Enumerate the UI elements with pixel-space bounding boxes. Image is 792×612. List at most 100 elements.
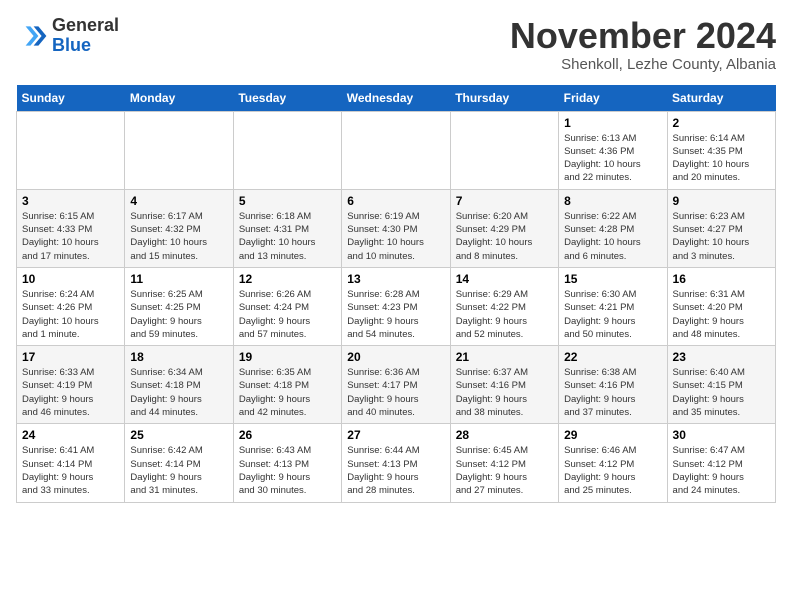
day-info: Sunrise: 6:43 AM Sunset: 4:13 PM Dayligh… bbox=[239, 444, 336, 497]
calendar-cell: 27 Sunrise: 6:44 AM Sunset: 4:13 PM Dayli… bbox=[342, 424, 450, 502]
calendar-cell: 6 Sunrise: 6:19 AM Sunset: 4:30 PM Daylig… bbox=[342, 189, 450, 267]
day-info: Sunrise: 6:36 AM Sunset: 4:17 PM Dayligh… bbox=[347, 366, 444, 419]
month-title: November 2024 bbox=[510, 16, 776, 56]
calendar-week-4: 17 Sunrise: 6:33 AM Sunset: 4:19 PM Dayli… bbox=[17, 346, 776, 424]
day-info: Sunrise: 6:47 AM Sunset: 4:12 PM Dayligh… bbox=[673, 444, 770, 497]
day-info: Sunrise: 6:19 AM Sunset: 4:30 PM Dayligh… bbox=[347, 210, 444, 263]
calendar-cell: 24 Sunrise: 6:41 AM Sunset: 4:14 PM Dayli… bbox=[17, 424, 125, 502]
calendar-cell bbox=[125, 111, 233, 189]
calendar-cell: 7Sunrise: 6:20 AM Sunset: 4:29 PM Daylig… bbox=[450, 189, 558, 267]
location-subtitle: Shenkoll, Lezhe County, Albania bbox=[510, 56, 776, 73]
day-number: 1 bbox=[564, 116, 661, 130]
day-info: Sunrise: 6:33 AM Sunset: 4:19 PM Dayligh… bbox=[22, 366, 119, 419]
calendar-cell: 29 Sunrise: 6:46 AM Sunset: 4:12 PM Dayli… bbox=[559, 424, 667, 502]
day-info: Sunrise: 6:14 AM Sunset: 4:35 PM Dayligh… bbox=[673, 132, 770, 185]
calendar-cell: 18Sunrise: 6:34 AM Sunset: 4:18 PM Dayli… bbox=[125, 346, 233, 424]
day-info: Sunrise: 6:40 AM Sunset: 4:15 PM Dayligh… bbox=[673, 366, 770, 419]
day-number: 12 bbox=[239, 272, 336, 286]
day-number: 21 bbox=[456, 350, 553, 364]
calendar-cell: 9 Sunrise: 6:23 AM Sunset: 4:27 PM Daylig… bbox=[667, 189, 775, 267]
weekday-header-friday: Friday bbox=[559, 85, 667, 112]
day-info: Sunrise: 6:31 AM Sunset: 4:20 PM Dayligh… bbox=[673, 288, 770, 341]
calendar-cell: 30 Sunrise: 6:47 AM Sunset: 4:12 PM Dayli… bbox=[667, 424, 775, 502]
day-number: 2 bbox=[673, 116, 770, 130]
day-number: 6 bbox=[347, 194, 444, 208]
day-number: 30 bbox=[673, 428, 770, 442]
day-info: Sunrise: 6:42 AM Sunset: 4:14 PM Dayligh… bbox=[130, 444, 227, 497]
day-info: Sunrise: 6:41 AM Sunset: 4:14 PM Dayligh… bbox=[22, 444, 119, 497]
day-number: 19 bbox=[239, 350, 336, 364]
calendar-header: SundayMondayTuesdayWednesdayThursdayFrid… bbox=[17, 85, 776, 112]
day-info: Sunrise: 6:29 AM Sunset: 4:22 PM Dayligh… bbox=[456, 288, 553, 341]
day-number: 24 bbox=[22, 428, 119, 442]
day-number: 7 bbox=[456, 194, 553, 208]
weekday-header-sunday: Sunday bbox=[17, 85, 125, 112]
day-info: Sunrise: 6:28 AM Sunset: 4:23 PM Dayligh… bbox=[347, 288, 444, 341]
day-info: Sunrise: 6:23 AM Sunset: 4:27 PM Dayligh… bbox=[673, 210, 770, 263]
day-number: 27 bbox=[347, 428, 444, 442]
calendar-cell: 1Sunrise: 6:13 AM Sunset: 4:36 PM Daylig… bbox=[559, 111, 667, 189]
day-info: Sunrise: 6:38 AM Sunset: 4:16 PM Dayligh… bbox=[564, 366, 661, 419]
calendar-body: 1Sunrise: 6:13 AM Sunset: 4:36 PM Daylig… bbox=[17, 111, 776, 502]
day-info: Sunrise: 6:22 AM Sunset: 4:28 PM Dayligh… bbox=[564, 210, 661, 263]
calendar-cell: 13 Sunrise: 6:28 AM Sunset: 4:23 PM Dayli… bbox=[342, 267, 450, 345]
day-info: Sunrise: 6:30 AM Sunset: 4:21 PM Dayligh… bbox=[564, 288, 661, 341]
day-number: 9 bbox=[673, 194, 770, 208]
calendar-cell bbox=[17, 111, 125, 189]
day-info: Sunrise: 6:37 AM Sunset: 4:16 PM Dayligh… bbox=[456, 366, 553, 419]
day-info: Sunrise: 6:18 AM Sunset: 4:31 PM Dayligh… bbox=[239, 210, 336, 263]
calendar-cell: 22 Sunrise: 6:38 AM Sunset: 4:16 PM Dayli… bbox=[559, 346, 667, 424]
calendar-cell: 20 Sunrise: 6:36 AM Sunset: 4:17 PM Dayli… bbox=[342, 346, 450, 424]
calendar-week-3: 10 Sunrise: 6:24 AM Sunset: 4:26 PM Dayli… bbox=[17, 267, 776, 345]
calendar-cell: 11Sunrise: 6:25 AM Sunset: 4:25 PM Dayli… bbox=[125, 267, 233, 345]
day-info: Sunrise: 6:46 AM Sunset: 4:12 PM Dayligh… bbox=[564, 444, 661, 497]
weekday-header-wednesday: Wednesday bbox=[342, 85, 450, 112]
calendar-week-2: 3 Sunrise: 6:15 AM Sunset: 4:33 PM Daylig… bbox=[17, 189, 776, 267]
calendar-cell: 21 Sunrise: 6:37 AM Sunset: 4:16 PM Dayli… bbox=[450, 346, 558, 424]
calendar-cell bbox=[233, 111, 341, 189]
day-number: 14 bbox=[456, 272, 553, 286]
calendar-cell: 12 Sunrise: 6:26 AM Sunset: 4:24 PM Dayli… bbox=[233, 267, 341, 345]
calendar-cell: 10 Sunrise: 6:24 AM Sunset: 4:26 PM Dayli… bbox=[17, 267, 125, 345]
day-number: 4 bbox=[130, 194, 227, 208]
day-number: 15 bbox=[564, 272, 661, 286]
calendar-cell: 2 Sunrise: 6:14 AM Sunset: 4:35 PM Daylig… bbox=[667, 111, 775, 189]
day-number: 26 bbox=[239, 428, 336, 442]
weekday-header-thursday: Thursday bbox=[450, 85, 558, 112]
calendar-cell: 4Sunrise: 6:17 AM Sunset: 4:32 PM Daylig… bbox=[125, 189, 233, 267]
day-number: 11 bbox=[130, 272, 227, 286]
day-number: 3 bbox=[22, 194, 119, 208]
weekday-header-row: SundayMondayTuesdayWednesdayThursdayFrid… bbox=[17, 85, 776, 112]
day-info: Sunrise: 6:45 AM Sunset: 4:12 PM Dayligh… bbox=[456, 444, 553, 497]
day-info: Sunrise: 6:44 AM Sunset: 4:13 PM Dayligh… bbox=[347, 444, 444, 497]
day-number: 22 bbox=[564, 350, 661, 364]
weekday-header-tuesday: Tuesday bbox=[233, 85, 341, 112]
day-number: 25 bbox=[130, 428, 227, 442]
day-number: 17 bbox=[22, 350, 119, 364]
calendar-cell: 8 Sunrise: 6:22 AM Sunset: 4:28 PM Daylig… bbox=[559, 189, 667, 267]
page-header: General Blue November 2024 Shenkoll, Lez… bbox=[16, 16, 776, 73]
day-number: 20 bbox=[347, 350, 444, 364]
day-number: 28 bbox=[456, 428, 553, 442]
calendar-cell: 15 Sunrise: 6:30 AM Sunset: 4:21 PM Dayli… bbox=[559, 267, 667, 345]
day-number: 13 bbox=[347, 272, 444, 286]
day-number: 10 bbox=[22, 272, 119, 286]
calendar-week-5: 24 Sunrise: 6:41 AM Sunset: 4:14 PM Dayli… bbox=[17, 424, 776, 502]
day-number: 29 bbox=[564, 428, 661, 442]
day-info: Sunrise: 6:34 AM Sunset: 4:18 PM Dayligh… bbox=[130, 366, 227, 419]
day-info: Sunrise: 6:26 AM Sunset: 4:24 PM Dayligh… bbox=[239, 288, 336, 341]
day-info: Sunrise: 6:24 AM Sunset: 4:26 PM Dayligh… bbox=[22, 288, 119, 341]
calendar-cell: 25 Sunrise: 6:42 AM Sunset: 4:14 PM Dayli… bbox=[125, 424, 233, 502]
day-number: 8 bbox=[564, 194, 661, 208]
day-number: 23 bbox=[673, 350, 770, 364]
calendar-cell bbox=[450, 111, 558, 189]
calendar-cell: 3 Sunrise: 6:15 AM Sunset: 4:33 PM Daylig… bbox=[17, 189, 125, 267]
weekday-header-saturday: Saturday bbox=[667, 85, 775, 112]
calendar-cell: 23 Sunrise: 6:40 AM Sunset: 4:15 PM Dayli… bbox=[667, 346, 775, 424]
calendar-cell: 26 Sunrise: 6:43 AM Sunset: 4:13 PM Dayli… bbox=[233, 424, 341, 502]
calendar-cell: 19Sunrise: 6:35 AM Sunset: 4:18 PM Dayli… bbox=[233, 346, 341, 424]
day-number: 5 bbox=[239, 194, 336, 208]
calendar-cell: 14 Sunrise: 6:29 AM Sunset: 4:22 PM Dayli… bbox=[450, 267, 558, 345]
day-info: Sunrise: 6:15 AM Sunset: 4:33 PM Dayligh… bbox=[22, 210, 119, 263]
calendar-cell: 17 Sunrise: 6:33 AM Sunset: 4:19 PM Dayli… bbox=[17, 346, 125, 424]
